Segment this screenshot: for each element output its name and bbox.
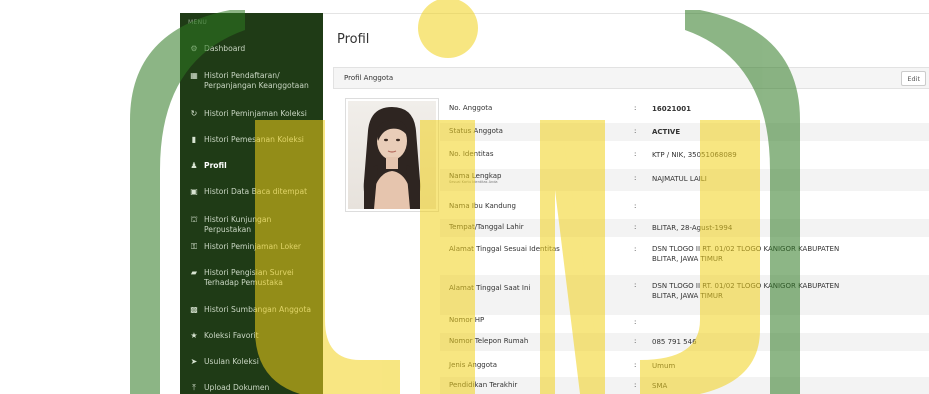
history-icon: ↻ — [190, 109, 198, 118]
field-label: Jenis Anggota — [449, 361, 498, 369]
key-icon: ⚿ — [190, 242, 198, 251]
field-value: DSN TLOGO II RT. 01/02 TLOGO KANIGOR KAB… — [652, 282, 840, 300]
field-separator: : — [634, 202, 637, 210]
profile-row-nomor-hp: Nomor HP : — [440, 313, 929, 331]
sidebar-item-label: Upload Dokumen — [204, 383, 270, 392]
sidebar-item-usulan-koleksi[interactable]: ➤ Usulan Koleksi — [180, 357, 323, 367]
sidebar-item-koleksi-favorit[interactable]: ★ Koleksi Favorit — [180, 331, 323, 341]
sidebar-item-histori-pendaftaran[interactable]: ▦ Histori Pendaftaran/ Perpanjangan Kean… — [180, 71, 323, 91]
sidebar-item-label: Usulan Koleksi — [204, 357, 259, 366]
field-separator: : — [634, 281, 637, 289]
field-value: KTP / NIK, 35051068089 — [652, 151, 737, 159]
user-icon: ♟ — [190, 161, 198, 170]
avatar — [348, 101, 436, 209]
field-value: ACTIVE — [652, 128, 681, 136]
sidebar-item-label: Koleksi Favorit — [204, 331, 259, 340]
field-label: No. Identitas — [449, 150, 494, 158]
field-label: Alamat Tinggal Sesuai Identitas — [449, 245, 560, 253]
sidebar-item-label: Histori Pengisian Survei Terhadap Pemust… — [204, 268, 294, 287]
field-separator: : — [634, 337, 637, 345]
file-icon: ▰ — [190, 268, 198, 277]
profile-row-telepon-rumah: Nomor Telepon Rumah : 085 791 546 — [440, 333, 929, 351]
sidebar-item-label: Histori Peminjaman Koleksi — [204, 109, 307, 118]
sidebar-item-profil[interactable]: ♟ Profil — [180, 161, 323, 171]
profile-row-alamat-identitas: Alamat Tinggal Sesuai Identitas : DSN TL… — [440, 243, 929, 267]
profile-row-nama-ibu: Nama Ibu Kandung : — [440, 198, 929, 212]
sidebar-item-label: Histori Peminjaman Loker — [204, 242, 302, 251]
top-divider — [323, 13, 929, 14]
edit-button[interactable]: Edit — [901, 71, 926, 86]
field-separator: : — [634, 174, 637, 182]
profile-row-jenis-anggota: Jenis Anggota : Umum — [440, 357, 929, 375]
field-label: Tempat/Tanggal Lahir — [449, 223, 524, 231]
calendar-icon: ▦ — [190, 71, 198, 80]
send-icon: ➤ — [190, 357, 198, 366]
page-title: Profil — [337, 32, 370, 47]
field-label: Status Anggota — [449, 127, 503, 135]
field-label: No. Anggota — [449, 104, 493, 112]
field-separator: : — [634, 223, 637, 231]
sidebar-item-histori-pengisian-survei[interactable]: ▰ Histori Pengisian Survei Terhadap Pemu… — [180, 268, 323, 288]
sidebar: MENU ⚙ Dashboard ▦ Histori Pendaftaran/ … — [180, 13, 323, 394]
sidebar-menu-label: MENU — [188, 19, 208, 26]
sidebar-item-label: Dashboard — [204, 44, 246, 53]
profile-row-pendidikan: Pendidikan Terakhir : SMA — [440, 377, 929, 394]
field-label: Nama Lengkap Sesuai Kartu Identitas Anda — [449, 172, 502, 185]
field-value: 16021001 — [652, 105, 691, 113]
field-label: Alamat Tinggal Saat Ini — [449, 284, 531, 292]
bank-icon: ⛫ — [190, 215, 198, 224]
field-label-text: Nama Lengkap — [449, 172, 502, 180]
sidebar-item-label: Histori Sumbangan Anggota — [204, 305, 311, 314]
field-label: Nomor HP — [449, 316, 485, 324]
sidebar-item-histori-sumbangan[interactable]: ▩ Histori Sumbangan Anggota — [180, 305, 323, 315]
profile-row-no-anggota: No. Anggota : 16021001 — [440, 104, 929, 118]
sidebar-item-label: Histori Pendaftaran/ Perpanjangan Keangg… — [204, 71, 309, 90]
profile-row-alamat-saat-ini: Alamat Tinggal Saat Ini : DSN TLOGO II R… — [440, 275, 929, 315]
field-label: Nomor Telepon Rumah — [449, 337, 529, 345]
field-label: Nama Ibu Kandung — [449, 202, 516, 210]
field-separator: : — [634, 127, 637, 135]
profile-photo — [345, 98, 439, 212]
field-value: NAJMATUL LAILI — [652, 175, 707, 183]
panel-title: Profil Anggota — [344, 74, 394, 82]
portrait-image — [363, 107, 421, 209]
profile-row-ttl: Tempat/Tanggal Lahir : BLITAR, 28-Agust-… — [440, 219, 929, 237]
profile-row-no-identitas: No. Identitas : KTP / NIK, 35051068089 — [440, 150, 929, 164]
main-content: Profil Profil Anggota Edit No. Anggota :… — [323, 13, 929, 394]
sidebar-item-histori-kunjungan[interactable]: ⛫ Histori Kunjungan Perpustakan — [180, 215, 323, 235]
sidebar-item-label: Profil — [204, 161, 227, 170]
field-separator: : — [634, 245, 637, 253]
field-separator: : — [634, 318, 637, 326]
book-icon: ▣ — [190, 187, 198, 196]
field-value: BLITAR, 28-Agust-1994 — [652, 224, 733, 232]
field-separator: : — [634, 381, 637, 389]
profile-row-nama-lengkap: Nama Lengkap Sesuai Kartu Identitas Anda… — [440, 169, 929, 191]
sidebar-item-histori-peminjaman-loker[interactable]: ⚿ Histori Peminjaman Loker — [180, 242, 323, 252]
sidebar-item-label: Histori Pemesanan Koleksi — [204, 135, 304, 144]
field-separator: : — [634, 104, 637, 112]
star-icon: ★ — [190, 331, 198, 340]
field-separator: : — [634, 150, 637, 158]
sidebar-item-label: Histori Kunjungan Perpustakan — [204, 215, 272, 234]
field-value: DSN TLOGO II RT. 01/02 TLOGO KANIGOR KAB… — [652, 245, 840, 263]
bookmark-icon: ▮ — [191, 135, 197, 144]
sidebar-item-histori-data-baca[interactable]: ▣ Histori Data Baca ditempat — [180, 187, 323, 197]
field-separator: : — [634, 361, 637, 369]
gift-icon: ▩ — [190, 305, 198, 314]
sidebar-item-histori-peminjaman-koleksi[interactable]: ↻ Histori Peminjaman Koleksi — [180, 109, 323, 119]
upload-icon: ⤒ — [192, 383, 196, 392]
panel-header: Profil Anggota Edit — [333, 67, 929, 89]
sidebar-item-upload-dokumen[interactable]: ⤒ Upload Dokumen — [180, 383, 323, 393]
sidebar-item-label: Histori Data Baca ditempat — [204, 187, 308, 196]
sidebar-item-histori-pemesanan-koleksi[interactable]: ▮ Histori Pemesanan Koleksi — [180, 135, 323, 145]
field-value: Umum — [652, 362, 676, 370]
field-label: Pendidikan Terakhir — [449, 381, 518, 389]
sidebar-item-dashboard[interactable]: ⚙ Dashboard — [180, 44, 323, 54]
field-sublabel: Sesuai Kartu Identitas Anda — [449, 180, 498, 184]
dashboard-icon: ⚙ — [190, 44, 198, 53]
field-value: 085 791 546 — [652, 338, 697, 346]
profile-row-status: Status Anggota : ACTIVE — [440, 123, 929, 141]
field-value: SMA — [652, 382, 668, 390]
